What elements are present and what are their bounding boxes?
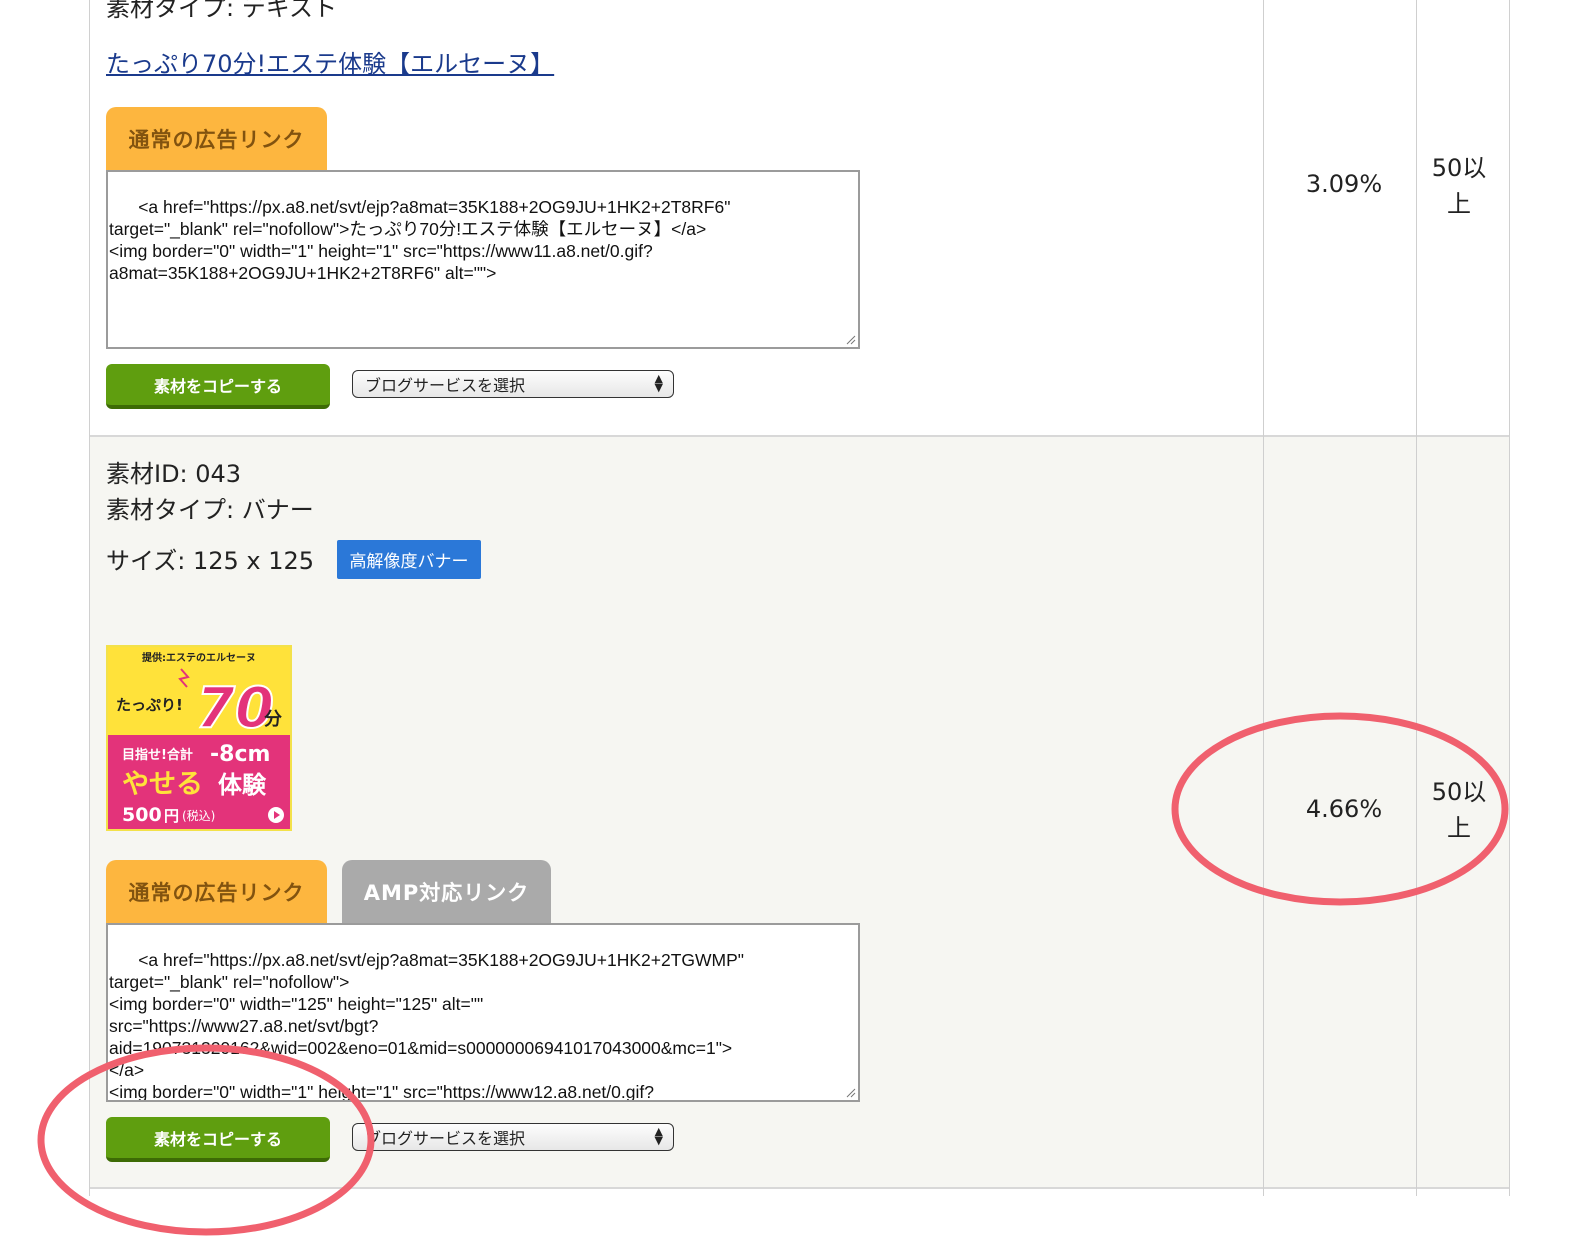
ad-code-textarea[interactable]: <a href="https://px.a8.net/svt/ejp?a8mat… bbox=[106, 923, 860, 1102]
copy-button-label: 素材をコピーする bbox=[153, 1129, 282, 1149]
copy-material-button[interactable]: 素材をコピーする bbox=[106, 1117, 330, 1162]
banner-graphic: 提供:エステのエルセーヌ たっぷり! 70 分 目指せ!合計 -8cm やせる … bbox=[108, 647, 290, 829]
banner-provider: 提供:エステのエルセーヌ bbox=[142, 651, 256, 664]
material-id-label: 素材ID: 043 bbox=[106, 460, 242, 488]
banner-image[interactable]: 提供:エステのエルセーヌ たっぷり! 70 分 目指せ!合計 -8cm やせる … bbox=[106, 645, 292, 831]
conversion-rate: 4.66% bbox=[1305, 795, 1383, 823]
material-type-label: 素材タイプ: テキスト bbox=[106, 0, 337, 22]
approval-count-line2: 上 bbox=[1447, 814, 1471, 842]
banner-tappuri: たっぷり! bbox=[116, 696, 183, 714]
tab-normal-ad-link[interactable]: 通常の広告リンク bbox=[106, 107, 327, 170]
ad-code-textarea[interactable]: <a href="https://px.a8.net/svt/ejp?a8mat… bbox=[106, 170, 860, 349]
copy-material-button[interactable]: 素材をコピーする bbox=[106, 364, 330, 409]
approval-count-line2: 上 bbox=[1447, 190, 1471, 218]
conversion-rate: 3.09% bbox=[1305, 170, 1383, 198]
select-arrows-icon: ▲ ▼ bbox=[654, 1125, 663, 1147]
approval-count-line1: 50以 bbox=[1431, 778, 1487, 806]
column-divider bbox=[1416, 0, 1417, 1196]
approval-count-line1: 50以 bbox=[1431, 154, 1487, 182]
column-divider bbox=[1263, 0, 1264, 1196]
ad-code-text: <a href="https://px.a8.net/svt/ejp?a8mat… bbox=[109, 197, 731, 283]
material-type-label: 素材タイプ: バナー bbox=[106, 496, 314, 524]
material-size-label: サイズ: 125 x 125 bbox=[106, 547, 315, 575]
banner-tax: (税込) bbox=[182, 809, 215, 823]
banner-taiken: 体験 bbox=[218, 771, 267, 799]
ad-title-link[interactable]: たっぷり70分!エステ体験【エルセーヌ】 bbox=[106, 44, 554, 79]
tab-amp-label: AMP対応リンク bbox=[363, 880, 530, 905]
approval-count: 50以 上 bbox=[1420, 774, 1498, 846]
banner-price: 500 bbox=[122, 804, 162, 826]
banner-minutes-number: 70 bbox=[196, 676, 274, 741]
material-row-banner: 素材ID: 043 素材タイプ: バナー サイズ: 125 x 125 高解像度… bbox=[90, 437, 1509, 1189]
hires-banner-badge[interactable]: 高解像度バナー bbox=[337, 540, 481, 579]
select-arrows-icon: ▲ ▼ bbox=[654, 372, 663, 394]
blog-select-label: ブログサービスを選択 bbox=[365, 376, 526, 395]
tab-normal-label: 通常の広告リンク bbox=[128, 880, 305, 905]
tab-normal-label: 通常の広告リンク bbox=[128, 127, 305, 152]
material-row-text: 素材タイプ: テキスト たっぷり70分!エステ体験【エルセーヌ】 通常の広告リン… bbox=[90, 0, 1509, 437]
copy-button-label: 素材をコピーする bbox=[153, 376, 282, 396]
banner-yaseru: やせる bbox=[122, 769, 203, 800]
resize-handle-icon[interactable] bbox=[844, 1086, 856, 1098]
banner-price-unit: 円 bbox=[164, 807, 179, 825]
material-table: 素材タイプ: テキスト たっぷり70分!エステ体験【エルセーヌ】 通常の広告リン… bbox=[89, 0, 1510, 1196]
blog-service-select[interactable]: ブログサービスを選択 ▲ ▼ bbox=[352, 1123, 674, 1151]
banner-minutes-unit: 分 bbox=[264, 709, 282, 730]
tab-amp-link[interactable]: AMP対応リンク bbox=[342, 860, 551, 923]
tab-normal-ad-link[interactable]: 通常の広告リンク bbox=[106, 860, 327, 923]
banner-goal: 目指せ!合計 bbox=[122, 747, 193, 763]
approval-count: 50以 上 bbox=[1420, 150, 1498, 222]
blog-service-select[interactable]: ブログサービスを選択 ▲ ▼ bbox=[352, 370, 674, 398]
ad-code-text: <a href="https://px.a8.net/svt/ejp?a8mat… bbox=[109, 950, 745, 1102]
banner-goal-value: -8cm bbox=[210, 742, 270, 767]
resize-handle-icon[interactable] bbox=[844, 333, 856, 345]
blog-select-label: ブログサービスを選択 bbox=[365, 1129, 526, 1148]
